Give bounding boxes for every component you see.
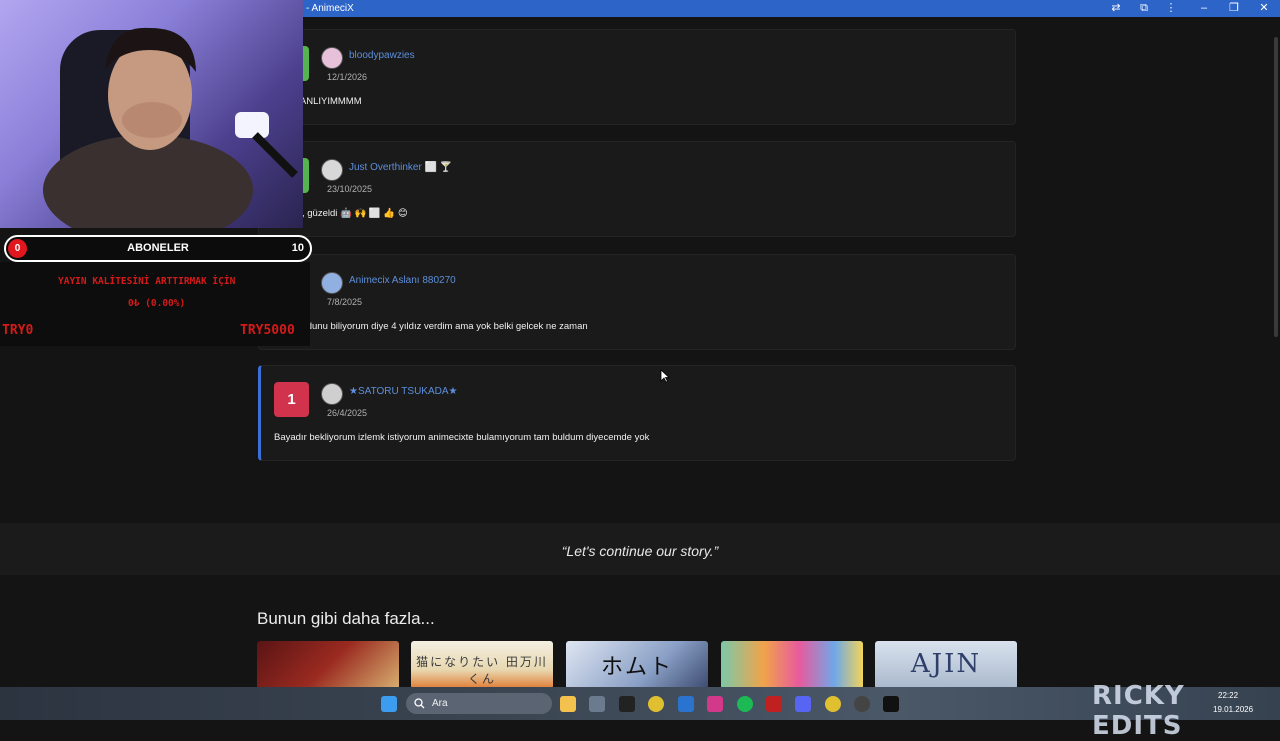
recommendation-card[interactable] xyxy=(721,641,863,689)
animecix-icon[interactable] xyxy=(883,696,899,712)
comment-username[interactable]: Animecix Aslanı 880270 xyxy=(349,275,456,286)
comment-card: 8 Animecix Aslanı 880270 7/8/2025 güzel … xyxy=(258,254,1016,350)
taskbar-search[interactable]: Ara xyxy=(406,693,552,714)
recommendation-card[interactable]: ホムト xyxy=(566,641,708,689)
file-explorer-icon[interactable] xyxy=(560,696,576,712)
more-like-this-heading: Bunun gibi daha fazla... xyxy=(257,609,435,628)
user-avatar[interactable] xyxy=(321,272,343,294)
comment-date: 12/1/2026 xyxy=(327,72,368,82)
app-icon[interactable] xyxy=(766,696,782,712)
comment-card-highlighted: 1 ★SATORU TSUKADA★ 26/4/2025 Bayadır bek… xyxy=(258,365,1016,461)
donation-min: TRY0 xyxy=(2,323,34,338)
comment-text: güzel oldunu biliyorum diye 4 yıldız ver… xyxy=(274,321,588,332)
subscriber-goal-bar: 0 ABONELER 10 xyxy=(4,235,312,262)
subscriber-goal: 10 xyxy=(291,242,304,254)
recommendation-card[interactable]: AJIN xyxy=(875,641,1017,689)
comment-text: Bayadır bekliyorum izlemk istiyorum anim… xyxy=(274,432,650,443)
quote-section: “Let's continue our story.” xyxy=(0,523,1280,575)
store-icon[interactable] xyxy=(589,696,605,712)
rank-badge: 1 xyxy=(274,382,309,417)
translate-icon[interactable]: ⇄ xyxy=(1110,2,1122,14)
window-title: - AnimeciX xyxy=(306,3,354,14)
recommendation-card[interactable]: 猫になりたい 田万川くん xyxy=(411,641,553,689)
discord-icon[interactable] xyxy=(795,696,811,712)
menu-dots-icon[interactable]: ⋮ xyxy=(1165,2,1177,14)
user-avatar[interactable] xyxy=(321,159,343,181)
page-scrollbar[interactable] xyxy=(1274,37,1278,337)
story-quote: “Let's continue our story.” xyxy=(561,543,719,559)
spotify-icon[interactable] xyxy=(737,696,753,712)
chrome-profile-icon[interactable] xyxy=(825,696,841,712)
donation-title: YAYIN KALİTESİNİ ARTTIRMAK İÇİN xyxy=(58,276,236,287)
recommendation-card[interactable] xyxy=(257,641,399,689)
comment-date: 23/10/2025 xyxy=(327,184,373,194)
comment-username[interactable]: ★SATORU TSUKADA★ xyxy=(349,386,458,397)
extensions-icon[interactable]: ⧉ xyxy=(1138,2,1150,14)
streamer-watermark: RICKY EDITS xyxy=(1092,681,1185,741)
restore-icon[interactable]: ❐ xyxy=(1228,2,1240,14)
chrome-icon[interactable] xyxy=(648,696,664,712)
webcam-overlay xyxy=(0,0,303,228)
obs-icon[interactable] xyxy=(854,696,870,712)
user-avatar[interactable] xyxy=(321,383,343,405)
donation-progress: 0₺ (0.00%) xyxy=(128,298,186,309)
user-avatar[interactable] xyxy=(321,47,343,69)
search-placeholder: Ara xyxy=(432,698,448,709)
mail-icon[interactable] xyxy=(678,696,694,712)
search-icon xyxy=(414,698,425,709)
donation-goal-panel: YAYIN KALİTESİNİ ARTTIRMAK İÇİN 0₺ (0.00… xyxy=(0,262,310,346)
comment-card: bloodypawzies 12/1/2026 EYECANLIYIMMMM xyxy=(258,29,1016,125)
minimize-icon[interactable]: – xyxy=(1198,2,1210,14)
comment-username[interactable]: bloodypawzies xyxy=(349,50,415,61)
comment-username[interactable]: Just Overthinker ⬜ 🍸 xyxy=(349,162,452,173)
comment-card: Just Overthinker ⬜ 🍸 23/10/2025 bir film… xyxy=(258,141,1016,237)
donation-max: TRY5000 xyxy=(240,323,295,338)
close-icon[interactable]: ✕ xyxy=(1258,2,1270,14)
streamer-figure xyxy=(43,27,298,228)
comment-date: 7/8/2025 xyxy=(327,297,363,307)
epic-games-icon[interactable] xyxy=(619,696,635,712)
mouse-cursor-icon xyxy=(660,369,670,383)
windows-taskbar: Ara 22:22 19.01.2026 xyxy=(0,687,1280,720)
subscriber-label: ABONELER xyxy=(127,242,189,254)
windows-start-icon[interactable] xyxy=(381,696,397,712)
instagram-icon[interactable] xyxy=(707,696,723,712)
comment-date: 26/4/2025 xyxy=(327,408,368,418)
